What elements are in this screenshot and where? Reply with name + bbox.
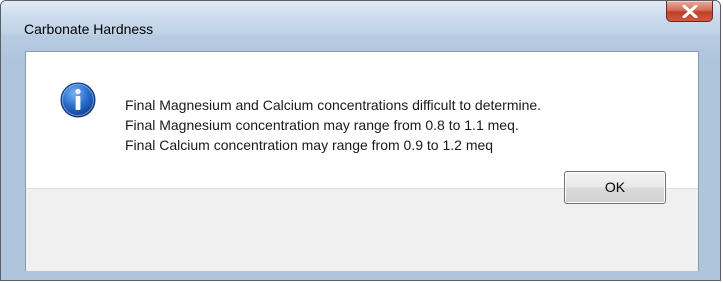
dialog-message: Final Magnesium and Calcium concentratio… [125, 95, 541, 155]
window-title: Carbonate Hardness [24, 21, 154, 37]
ok-button[interactable]: OK [564, 171, 666, 204]
message-line: Final Magnesium concentration may range … [125, 117, 519, 133]
title-bar[interactable]: Carbonate Hardness [1, 1, 720, 37]
message-line: Final Magnesium and Calcium concentratio… [125, 97, 542, 113]
close-icon [682, 5, 698, 18]
info-icon [60, 82, 96, 118]
dialog-window: Carbonate Hardness Final Magnesium and C… [0, 0, 721, 281]
message-line: Final Calcium concentration may range fr… [125, 137, 494, 153]
close-button[interactable] [666, 1, 713, 22]
dialog-content: Final Magnesium and Calcium concentratio… [25, 51, 699, 271]
